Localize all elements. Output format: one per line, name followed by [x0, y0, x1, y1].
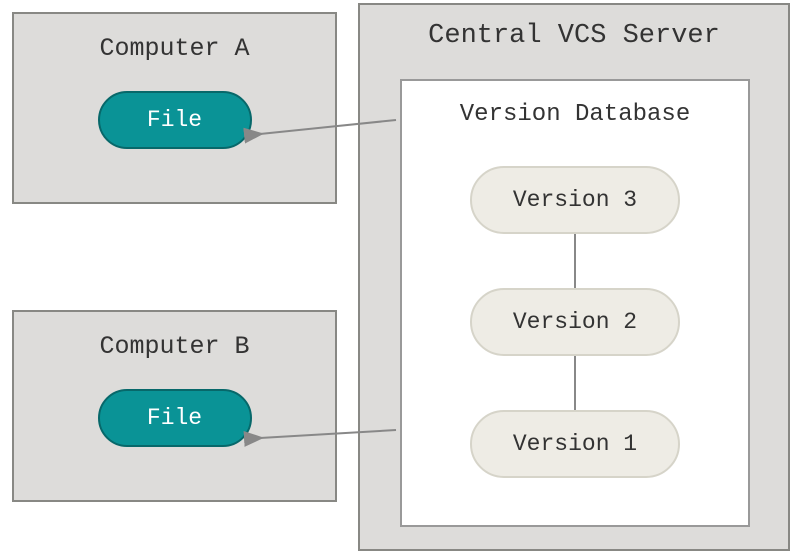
version-3-label: Version 3 [513, 187, 637, 213]
file-label-b: File [147, 405, 202, 431]
file-label-a: File [147, 107, 202, 133]
connector-icon [574, 234, 576, 288]
server-title: Central VCS Server [360, 21, 788, 51]
computer-b-title: Computer B [14, 332, 335, 361]
version-1-label: Version 1 [513, 431, 637, 457]
file-pill-b: File [98, 389, 252, 447]
computer-a-box: Computer A File [12, 12, 337, 204]
version-3-pill: Version 3 [470, 166, 680, 234]
version-2-label: Version 2 [513, 309, 637, 335]
version-database-box: Version Database Version 3 Version 2 Ver… [400, 79, 750, 527]
computer-b-box: Computer B File [12, 310, 337, 502]
server-box: Central VCS Server Version Database Vers… [358, 3, 790, 551]
version-database-title: Version Database [402, 101, 748, 128]
version-1-pill: Version 1 [470, 410, 680, 478]
version-2-pill: Version 2 [470, 288, 680, 356]
computer-a-title: Computer A [14, 34, 335, 63]
connector-icon [574, 356, 576, 410]
file-pill-a: File [98, 91, 252, 149]
